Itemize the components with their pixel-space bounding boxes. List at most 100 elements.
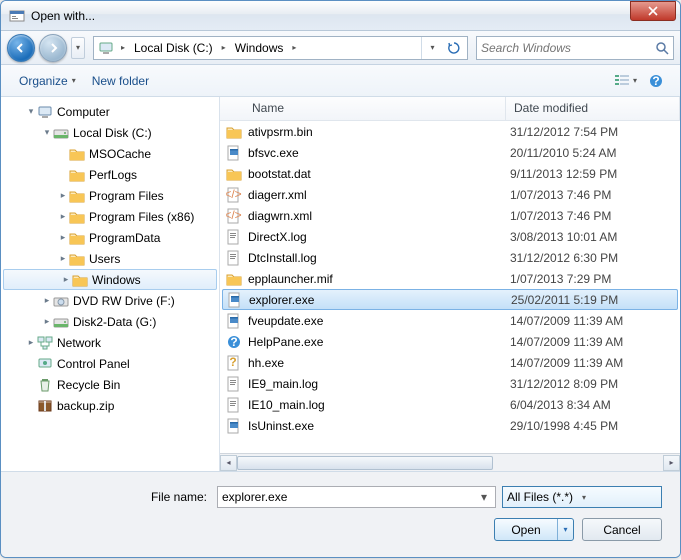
open-split-dropdown[interactable]: ▾ [557, 519, 573, 540]
folder-icon [69, 230, 85, 246]
chevron-right-icon[interactable]: ▸ [217, 43, 231, 52]
nav-history-dropdown[interactable]: ▾ [71, 37, 85, 59]
col-date[interactable]: Date modified [506, 97, 680, 120]
tree-item[interactable]: ▸Windows [3, 269, 217, 290]
refresh-button[interactable] [443, 37, 465, 59]
open-button[interactable]: Open ▾ [494, 518, 574, 541]
file-date: 1/07/2013 7:29 PM [510, 272, 680, 286]
svg-text:?: ? [652, 74, 659, 88]
exe-icon [226, 418, 242, 434]
filename-input[interactable] [222, 490, 477, 504]
svg-text:</>: </> [226, 208, 242, 222]
tree-item[interactable]: ▸ Program Files (x86) [1, 206, 219, 227]
file-row[interactable]: ?hh.exe14/07/2009 11:39 AM [220, 352, 680, 373]
tree-item[interactable]: ▸Users [1, 248, 219, 269]
file-rows[interactable]: ativpsrm.bin31/12/2012 7:54 PMbfsvc.exe2… [220, 121, 680, 453]
filename-combo[interactable]: ▾ [217, 486, 496, 508]
tree-item[interactable]: Recycle Bin [1, 374, 219, 395]
drive-icon [53, 314, 69, 330]
breadcrumb-dropdown[interactable]: ▾ [421, 37, 443, 59]
file-name: DirectX.log [248, 230, 510, 244]
back-button[interactable] [7, 34, 35, 62]
tree-item[interactable]: ▸Disk2-Data (G:) [1, 311, 219, 332]
col-name[interactable]: Name [220, 97, 506, 120]
tree-label: Program Files [89, 189, 164, 203]
expand-icon[interactable]: ▾ [41, 127, 53, 138]
file-row[interactable]: DtcInstall.log31/12/2012 6:30 PM [220, 247, 680, 268]
file-name: epplauncher.mif [248, 272, 510, 286]
expand-icon[interactable]: ▸ [57, 232, 69, 243]
folder-icon [69, 167, 85, 183]
breadcrumb[interactable]: ▸ Local Disk (C:) ▸ Windows ▸ ▾ [93, 36, 468, 60]
svg-text:?: ? [230, 335, 237, 349]
expand-icon[interactable]: ▸ [60, 274, 72, 285]
chevron-right-icon[interactable]: ▸ [287, 43, 301, 52]
tree-item[interactable]: ▸ProgramData [1, 227, 219, 248]
file-row[interactable]: ?HelpPane.exe14/07/2009 11:39 AM [220, 331, 680, 352]
file-row[interactable]: IE10_main.log6/04/2013 8:34 AM [220, 394, 680, 415]
forward-button[interactable] [39, 34, 67, 62]
file-row[interactable]: bfsvc.exe20/11/2010 5:24 AM [220, 142, 680, 163]
tree-item[interactable]: backup.zip [1, 395, 219, 416]
file-row[interactable]: DirectX.log3/08/2013 10:01 AM [220, 226, 680, 247]
organize-menu[interactable]: Organize ▾ [11, 70, 84, 92]
filename-dropdown[interactable]: ▾ [477, 490, 491, 504]
file-date: 31/12/2012 7:54 PM [510, 125, 680, 139]
expand-icon[interactable]: ▸ [41, 316, 53, 327]
help-button[interactable]: ? [642, 69, 670, 93]
file-icon [226, 271, 242, 287]
tree-item[interactable]: PerfLogs [1, 164, 219, 185]
tree-item[interactable]: Control Panel [1, 353, 219, 374]
file-row[interactable]: </>diagwrn.xml1/07/2013 7:46 PM [220, 205, 680, 226]
filter-label: All Files (*.*) [507, 490, 582, 504]
file-name: DtcInstall.log [248, 251, 510, 265]
tree-label: Computer [57, 105, 110, 119]
tree-item[interactable]: MSOCache [1, 143, 219, 164]
footer: File name: ▾ All Files (*.*) ▾ Open ▾ Ca… [1, 472, 680, 557]
file-row[interactable]: ativpsrm.bin31/12/2012 7:54 PM [220, 121, 680, 142]
close-button[interactable] [630, 1, 676, 21]
folder-tree[interactable]: ▾ Computer ▾ Local Disk (C:) MSOCachePerfLog… [1, 97, 220, 471]
cancel-button[interactable]: Cancel [582, 518, 662, 541]
expand-icon[interactable]: ▾ [25, 106, 37, 117]
expand-icon[interactable]: ▸ [25, 337, 37, 348]
file-row[interactable]: epplauncher.mif1/07/2013 7:29 PM [220, 268, 680, 289]
file-row[interactable]: fveupdate.exe14/07/2009 11:39 AM [220, 310, 680, 331]
search-input[interactable] [481, 41, 655, 55]
tree-label: Local Disk (C:) [73, 126, 152, 140]
h-scrollbar[interactable]: ◂ ▸ [220, 453, 680, 471]
chevron-right-icon[interactable]: ▸ [116, 43, 130, 52]
tree-item[interactable]: ▾ Computer [1, 101, 219, 122]
file-icon [226, 124, 242, 140]
tree-label: Program Files (x86) [89, 210, 194, 224]
breadcrumb-seg-windows[interactable]: Windows [231, 37, 288, 59]
filter-combo[interactable]: All Files (*.*) ▾ [502, 486, 662, 508]
expand-icon[interactable]: ▸ [41, 295, 53, 306]
window-title: Open with... [31, 9, 630, 23]
log-icon [226, 397, 242, 413]
file-row[interactable]: IsUninst.exe29/10/1998 4:45 PM [220, 415, 680, 436]
expand-icon[interactable]: ▸ [57, 190, 69, 201]
expand-icon[interactable]: ▸ [57, 211, 69, 222]
tree-item[interactable]: ▸DVD RW Drive (F:) [1, 290, 219, 311]
view-menu[interactable]: ▾ [612, 69, 640, 93]
recycle-icon [37, 377, 53, 393]
scroll-left-button[interactable]: ◂ [220, 455, 237, 471]
tree-item[interactable]: ▾ Local Disk (C:) [1, 122, 219, 143]
scroll-thumb[interactable] [237, 456, 493, 470]
file-name: IE9_main.log [248, 377, 510, 391]
tree-item[interactable]: ▸Network [1, 332, 219, 353]
file-row[interactable]: bootstat.dat9/11/2013 12:59 PM [220, 163, 680, 184]
exe-icon [226, 313, 242, 329]
column-headers: Name Date modified [220, 97, 680, 121]
breadcrumb-seg-c[interactable]: Local Disk (C:) [130, 37, 217, 59]
new-folder-button[interactable]: New folder [84, 70, 157, 92]
scroll-right-button[interactable]: ▸ [663, 455, 680, 471]
tree-item[interactable]: ▸ Program Files [1, 185, 219, 206]
file-row[interactable]: </>diagerr.xml1/07/2013 7:46 PM [220, 184, 680, 205]
expand-icon[interactable]: ▸ [57, 253, 69, 264]
content-area: ▾ Computer ▾ Local Disk (C:) MSOCachePerfLog… [1, 97, 680, 472]
search-box[interactable] [476, 36, 674, 60]
file-row[interactable]: explorer.exe25/02/2011 5:19 PM [222, 289, 678, 310]
file-row[interactable]: IE9_main.log31/12/2012 8:09 PM [220, 373, 680, 394]
